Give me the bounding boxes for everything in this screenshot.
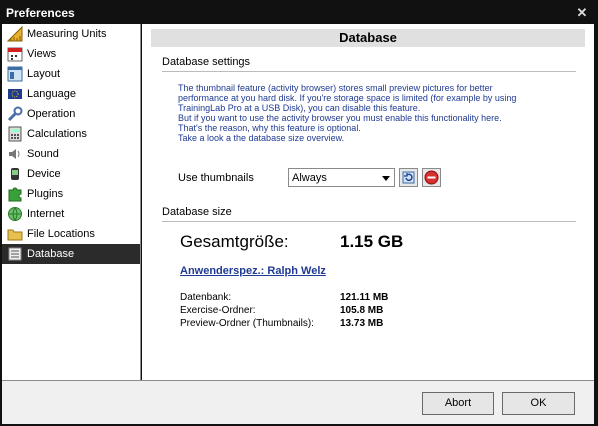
sidebar-item-operation[interactable]: Operation xyxy=(2,104,140,124)
size-row-label: Preview-Ordner (Thumbnails): xyxy=(180,318,314,329)
size-row-value: 13.73 MB xyxy=(340,318,384,329)
calculator-icon xyxy=(7,126,23,142)
sidebar-item-label: Layout xyxy=(27,68,61,80)
wrench-icon xyxy=(7,106,23,122)
refresh-icon xyxy=(402,171,415,184)
size-row-value: 121.11 MB xyxy=(340,292,389,303)
delete-icon xyxy=(424,170,439,185)
window-title: Preferences xyxy=(6,6,75,20)
sidebar-item-label: Measuring Units xyxy=(27,28,107,40)
thumbnails-select[interactable]: Always xyxy=(288,168,395,187)
size-row-value: 105.8 MB xyxy=(340,305,384,316)
device-icon xyxy=(7,166,23,182)
sidebar-item-views[interactable]: Views xyxy=(2,44,140,64)
panel-header: Database xyxy=(151,29,585,47)
sidebar-item-label: Device xyxy=(27,168,61,180)
sidebar-item-label: Sound xyxy=(27,148,59,160)
sidebar: Measuring Units Views Layout Language Op xyxy=(2,24,141,380)
database-icon xyxy=(7,246,23,262)
sidebar-item-language[interactable]: Language xyxy=(2,84,140,104)
description-line: Take a look a the database size overview… xyxy=(178,133,345,143)
total-size-label: Gesamtgröße: xyxy=(180,232,289,251)
ruler-icon xyxy=(6,25,23,42)
speaker-icon xyxy=(7,146,23,162)
sidebar-item-internet[interactable]: Internet xyxy=(2,204,140,224)
refresh-thumbnails-button[interactable] xyxy=(399,168,418,187)
size-row: Datenbank: 121.11 MB xyxy=(180,292,480,304)
sidebar-item-label: Calculations xyxy=(27,128,87,140)
description-line: The thumbnail feature (activity browser)… xyxy=(178,83,493,93)
sidebar-item-database[interactable]: Database xyxy=(2,244,140,264)
total-size-value: 1.15 GB xyxy=(340,232,404,251)
sidebar-item-layout[interactable]: Layout xyxy=(2,64,140,84)
divider xyxy=(162,221,576,222)
sidebar-item-label: Internet xyxy=(27,208,65,220)
sidebar-item-sound[interactable]: Sound xyxy=(2,144,140,164)
calendar-icon xyxy=(7,46,23,62)
description-line: TrainingLab Pro at a USB Disk), you can … xyxy=(178,103,421,113)
sidebar-item-file-locations[interactable]: File Locations xyxy=(2,224,140,244)
layout-icon xyxy=(7,66,23,82)
sidebar-item-label: Language xyxy=(27,88,76,100)
sidebar-item-label: Database xyxy=(27,248,75,260)
globe-icon xyxy=(7,206,23,222)
sidebar-item-label: Operation xyxy=(27,108,76,120)
size-row: Exercise-Ordner: 105.8 MB xyxy=(180,305,480,317)
sidebar-item-measuring-units[interactable]: Measuring Units xyxy=(2,24,140,44)
user-profile-link[interactable]: Anwenderspez.: Ralph Welz xyxy=(180,265,326,277)
database-panel: Database Database settings The thumbnail… xyxy=(142,24,594,380)
sidebar-item-label: File Locations xyxy=(27,228,95,240)
sidebar-item-calculations[interactable]: Calculations xyxy=(2,124,140,144)
thumbnails-label: Use thumbnails xyxy=(178,172,254,184)
chevron-down-icon xyxy=(382,176,390,181)
size-row-label: Exercise-Ordner: xyxy=(180,305,256,316)
sidebar-item-device[interactable]: Device xyxy=(2,164,140,184)
puzzle-icon xyxy=(7,186,23,202)
preferences-window: Preferences ✕ Measuring Units Views Layo… xyxy=(0,0,598,426)
sidebar-item-label: Plugins xyxy=(27,188,64,200)
delete-thumbnails-button[interactable] xyxy=(422,168,441,187)
flag-icon xyxy=(7,86,23,102)
settings-section-title: Database settings xyxy=(162,56,251,68)
divider xyxy=(162,71,576,72)
size-row: Preview-Ordner (Thumbnails): 13.73 MB xyxy=(180,318,480,330)
abort-button[interactable]: Abort xyxy=(422,392,494,415)
sidebar-item-label: Views xyxy=(27,48,57,60)
folder-icon xyxy=(7,226,23,242)
sidebar-item-plugins[interactable]: Plugins xyxy=(2,184,140,204)
description-line: performance at you hard disk. If you're … xyxy=(178,93,517,103)
title-bar: Preferences ✕ xyxy=(0,0,598,26)
description-line: But if you want to use the activity brow… xyxy=(178,113,502,123)
description-line: That's the reason, why this feature is o… xyxy=(178,123,361,133)
thumbnails-select-value: Always xyxy=(292,172,327,184)
size-row-label: Datenbank: xyxy=(180,292,232,303)
size-section-title: Database size xyxy=(162,206,232,218)
ok-button[interactable]: OK xyxy=(502,392,575,415)
dialog-button-bar: Abort OK xyxy=(2,380,594,424)
description-text: The thumbnail feature (activity browser)… xyxy=(178,83,578,143)
close-button[interactable]: ✕ xyxy=(574,5,590,21)
